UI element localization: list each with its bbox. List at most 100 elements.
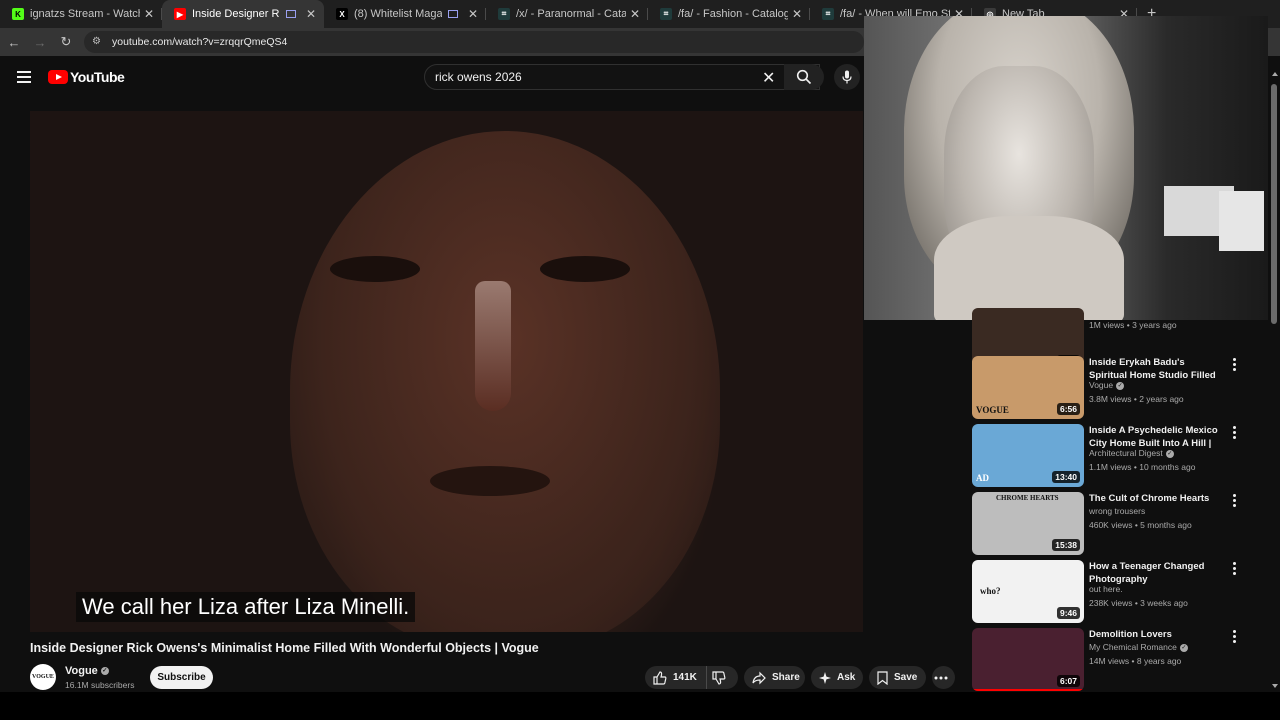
tab-title: /x/ - Paranormal - Catalog - 4ch — [516, 8, 626, 20]
video-duration: 15:38 — [1052, 539, 1080, 551]
more-vertical-icon[interactable] — [1230, 630, 1238, 643]
share-button[interactable]: Share — [744, 666, 805, 689]
recommendation-title[interactable]: The Cult of Chrome Hearts — [1089, 492, 1219, 505]
close-tab-icon[interactable]: ✕ — [468, 7, 478, 21]
video-duration: 9:46 — [1056, 607, 1080, 619]
close-tab-icon[interactable]: ✕ — [144, 7, 154, 21]
video-thumbnail[interactable]: 6:07 — [972, 628, 1084, 691]
thumbnail-overlay-text: VOGUE — [976, 405, 1009, 415]
subscribe-button[interactable]: Subscribe — [150, 666, 213, 689]
recommendation-channel[interactable]: My Chemical Romance ✓ — [1089, 642, 1188, 652]
recommendation-channel[interactable]: out here. — [1089, 584, 1123, 594]
voice-search-button[interactable] — [834, 64, 860, 90]
menu-icon[interactable] — [17, 71, 31, 83]
browser-tab[interactable]: X (8) Whitelist Magazine on X ✕ — [324, 0, 486, 28]
site-info-icon[interactable]: ⚙ — [92, 36, 106, 48]
recommendation-item[interactable]: CHROME HEARTS 15:38 The Cult of Chrome Hea… — [972, 492, 1252, 556]
thumbnail-overlay-text: who? — [980, 586, 1001, 596]
url-text: youtube.com/watch?v=zrqqrQmeQS4 — [112, 36, 288, 48]
avatar-text: VOGUE — [32, 674, 54, 680]
search-query: rick owens 2026 — [435, 70, 522, 84]
address-bar[interactable]: ⚙ youtube.com/watch?v=zrqqrQmeQS4 — [84, 31, 864, 53]
youtube-wordmark: YouTube — [70, 69, 125, 85]
tab-favicon-icon: ⌗ — [822, 8, 834, 20]
more-vertical-icon[interactable] — [1230, 358, 1238, 371]
close-tab-icon[interactable]: ✕ — [306, 7, 316, 21]
youtube-play-icon — [48, 70, 68, 84]
like-button[interactable]: 141K — [645, 666, 707, 689]
scroll-down-arrow-icon[interactable] — [1272, 684, 1278, 688]
channel-name-text: Vogue — [65, 665, 98, 677]
tab-title: Inside Designer Rick Owens — [192, 8, 280, 20]
recommendation-item[interactable]: AD 13:40 Inside A Psychedelic Mexico City … — [972, 424, 1252, 488]
dislike-button[interactable] — [707, 670, 737, 685]
thumbnail-overlay-text: CHROME HEARTS — [996, 494, 1059, 502]
like-count: 141K — [673, 672, 697, 683]
browser-tab[interactable]: ⌗ /x/ - Paranormal - Catalog - 4ch ✕ — [486, 0, 648, 28]
more-vertical-icon[interactable] — [1230, 494, 1238, 507]
tab-title: ignatzs Stream - Watch Live on — [30, 8, 140, 20]
ask-button[interactable]: Ask — [811, 666, 863, 689]
recommendation-item[interactable]: 6:07 Demolition Lovers My Chemical Romance… — [972, 628, 1252, 692]
recommendation-title[interactable]: Demolition Lovers — [1089, 628, 1219, 641]
tab-title: /fa/ - Fashion - Catalog - 4chan — [678, 8, 788, 20]
close-tab-icon[interactable]: ✕ — [630, 7, 640, 21]
video-frame-detail — [430, 466, 550, 496]
recommendation-channel[interactable]: Vogue ✓ — [1089, 380, 1125, 390]
recommendation-meta: 14M views • 8 years ago — [1089, 656, 1182, 666]
recommendation-title[interactable]: Inside Erykah Badu's Spiritual Home Stud… — [1089, 356, 1219, 382]
video-duration: 13:40 — [1052, 471, 1080, 483]
browser-tab[interactable]: ⌗ /fa/ - Fashion - Catalog - 4chan ✕ — [648, 0, 810, 28]
tab-favicon-icon: K — [12, 8, 24, 20]
forward-arrow-icon[interactable]: → — [28, 35, 52, 50]
save-label: Save — [894, 672, 918, 683]
subscriber-count: 16.1M subscribers — [65, 680, 135, 690]
video-thumbnail[interactable]: CHROME HEARTS 15:38 — [972, 492, 1084, 555]
recommendation-meta: 1.1M views • 10 months ago — [1089, 462, 1196, 472]
scroll-up-arrow-icon[interactable] — [1272, 72, 1278, 76]
microphone-icon — [842, 70, 852, 84]
reload-icon[interactable]: ↻ — [54, 34, 78, 50]
browser-tab[interactable]: ▶ Inside Designer Rick Owens ✕ — [162, 0, 324, 28]
browser-tab[interactable]: Kignatzs Stream - Watch Live on ✕ — [0, 0, 162, 28]
video-player[interactable]: We call her Liza after Liza Minelli. — [30, 111, 863, 632]
search-input[interactable]: rick owens 2026 — [424, 64, 820, 90]
back-arrow-icon[interactable]: ← — [2, 35, 26, 50]
tab-favicon-icon: X — [336, 8, 348, 20]
tab-media-icon — [285, 10, 296, 18]
recommendation-meta: 238K views • 3 weeks ago — [1089, 598, 1188, 608]
recommendation-channel-text: Vogue — [1089, 380, 1114, 390]
recommendation-channel[interactable]: Architectural Digest ✓ — [1089, 448, 1174, 458]
clear-search-icon[interactable]: ✕ — [762, 68, 775, 88]
thumbs-down-icon — [712, 670, 726, 685]
verified-check-icon: ✓ — [1165, 449, 1174, 458]
verified-check-icon: ✓ — [100, 667, 109, 676]
watch-progress-bar — [972, 689, 1084, 691]
more-vertical-icon[interactable] — [1230, 426, 1238, 439]
close-tab-icon[interactable]: ✕ — [792, 7, 802, 21]
recommendation-item[interactable]: who? 9:46 How a Teenager Changed Photograp… — [972, 560, 1252, 624]
more-horizontal-icon — [934, 676, 947, 679]
save-button[interactable]: Save — [869, 666, 926, 689]
video-frame-detail — [475, 281, 511, 411]
video-thumbnail[interactable]: VOGUE 6:56 — [972, 356, 1084, 419]
video-frame-detail — [330, 256, 420, 282]
video-thumbnail[interactable]: who? 9:46 — [972, 560, 1084, 623]
video-thumbnail[interactable]: AD 13:40 — [972, 424, 1084, 487]
recommendation-channel[interactable]: wrong trousers — [1089, 506, 1145, 516]
recommendation-title[interactable]: Inside A Psychedelic Mexico City Home Bu… — [1089, 424, 1219, 450]
recommendation-item[interactable]: VOGUE 6:56 Inside Erykah Badu's Spiritual … — [972, 356, 1252, 420]
more-actions-button[interactable] — [932, 666, 955, 689]
recommendation-channel-text: out here. — [1089, 584, 1123, 594]
search-button[interactable] — [784, 64, 824, 90]
search-icon — [796, 69, 812, 85]
scrollbar-thumb[interactable] — [1271, 84, 1277, 324]
recommendation-title[interactable]: How a Teenager Changed Photography — [1089, 560, 1219, 586]
youtube-logo[interactable]: YouTube — [48, 69, 125, 85]
more-vertical-icon[interactable] — [1230, 562, 1238, 575]
video-title: Inside Designer Rick Owens's Minimalist … — [30, 641, 539, 655]
channel-name[interactable]: Vogue ✓ — [65, 665, 109, 677]
channel-avatar[interactable]: VOGUE — [30, 664, 56, 690]
recommendation-channel-text: My Chemical Romance — [1089, 642, 1177, 652]
tab-favicon-icon: ⌗ — [498, 8, 510, 20]
